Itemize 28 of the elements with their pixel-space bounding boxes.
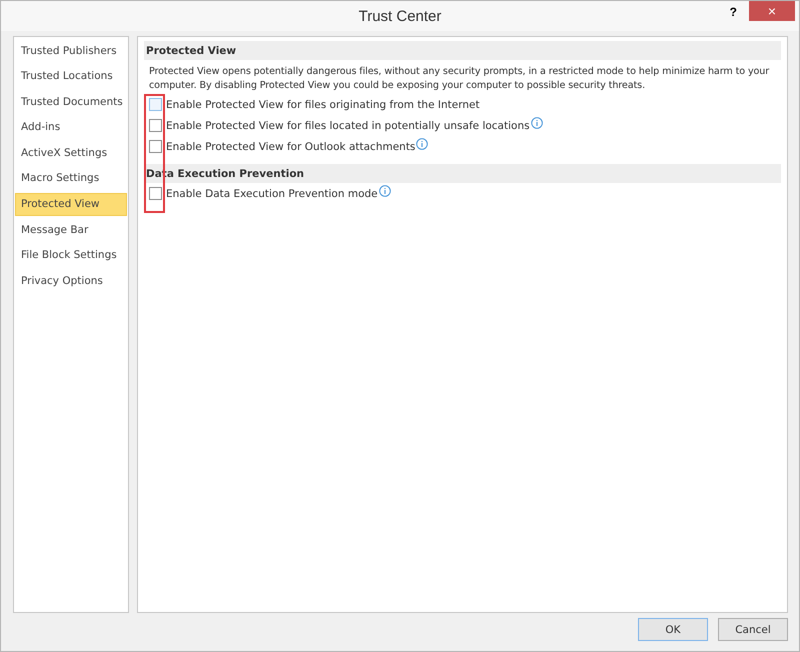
checkbox-label[interactable]: Enable Data Execution Prevention mode	[166, 188, 378, 200]
sidebar-item[interactable]: Trusted Documents	[15, 90, 127, 114]
sidebar-item[interactable]: Protected View	[15, 192, 127, 216]
sidebar-item[interactable]: Trusted Publishers	[15, 39, 127, 62]
sidebar-item[interactable]: File Block Settings	[15, 244, 127, 267]
checkbox-label[interactable]: Enable Protected View for Outlook attachments	[166, 140, 416, 152]
sidebar-item[interactable]: Trusted Locations	[15, 64, 127, 88]
sidebar-item[interactable]: Privacy Options	[15, 269, 127, 292]
cancel-button[interactable]: Cancel	[718, 618, 788, 641]
section-header: Protected View	[144, 41, 781, 60]
info-icon[interactable]	[378, 184, 391, 196]
sidebar-item[interactable]: ActiveX Settings	[15, 141, 127, 164]
info-icon[interactable]	[530, 116, 543, 128]
checkbox[interactable]	[149, 140, 162, 153]
close-button[interactable]: ×	[749, 1, 795, 21]
description-text: Protected View opens potentially dangerous files, without any security prompts, in a restricted mode to help minimize harm to your computer. By disabling Protected View you could be exposing your computer to possible security threats.	[149, 65, 770, 93]
checkbox-label[interactable]: Enable Protected View for files located in potentially unsafe locations	[166, 120, 530, 132]
ok-button[interactable]: OK	[638, 618, 708, 641]
sidebar-item[interactable]: Message Bar	[15, 218, 127, 242]
help-button[interactable]: ?	[726, 5, 741, 19]
checkbox[interactable]	[149, 98, 162, 111]
window-title: Trust Center	[358, 8, 442, 24]
checkbox[interactable]	[149, 187, 162, 200]
sidebar-item[interactable]: Add-ins	[15, 116, 127, 139]
sidebar-item[interactable]: Macro Settings	[15, 166, 127, 190]
checkbox[interactable]	[149, 119, 162, 132]
checkbox-label[interactable]: Enable Protected View for files originating from the Internet	[166, 98, 480, 110]
info-icon[interactable]	[416, 138, 428, 150]
